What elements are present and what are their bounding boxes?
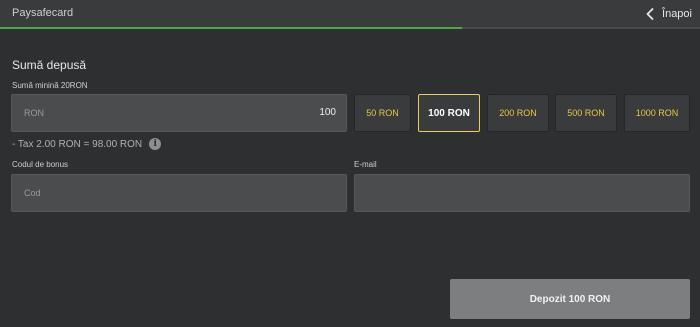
chevron-left-icon <box>646 8 654 20</box>
currency-label: RON <box>24 108 44 118</box>
page-title: Paysafecard <box>12 7 74 19</box>
bonus-code-label: Codul de bonus <box>12 160 69 169</box>
top-bar: Paysafecard Înapoi <box>0 0 700 28</box>
back-button[interactable]: Înapoi <box>646 5 692 23</box>
section-title: Sumă depusă <box>12 58 87 72</box>
preset-50-ron-button[interactable]: 50 RON <box>354 94 411 132</box>
deposit-submit-button[interactable]: Depozit 100 RON <box>450 279 690 319</box>
preset-1000-ron-button[interactable]: 1000 RON <box>624 94 690 132</box>
back-label: Înapoi <box>662 8 692 20</box>
amount-value: 100 <box>319 107 336 118</box>
minimum-amount-label: Sumă minină 20RON <box>12 81 88 90</box>
tax-text: - Tax 2.00 RON = 98.00 RON <box>12 138 143 150</box>
info-icon[interactable]: i <box>149 138 162 150</box>
preset-500-ron-button[interactable]: 500 RON <box>555 94 617 132</box>
email-input[interactable] <box>354 174 690 212</box>
email-label: E-mail <box>354 160 377 169</box>
progress-bar <box>0 27 700 29</box>
bonus-code-input[interactable] <box>11 174 347 212</box>
preset-100-ron-button[interactable]: 100 RON <box>418 94 480 132</box>
amount-input[interactable]: RON 100 <box>11 94 347 132</box>
tax-summary: - Tax 2.00 RON = 98.00 RON i <box>12 138 162 150</box>
preset-200-ron-button[interactable]: 200 RON <box>487 94 549 132</box>
progress-fill <box>0 27 462 29</box>
